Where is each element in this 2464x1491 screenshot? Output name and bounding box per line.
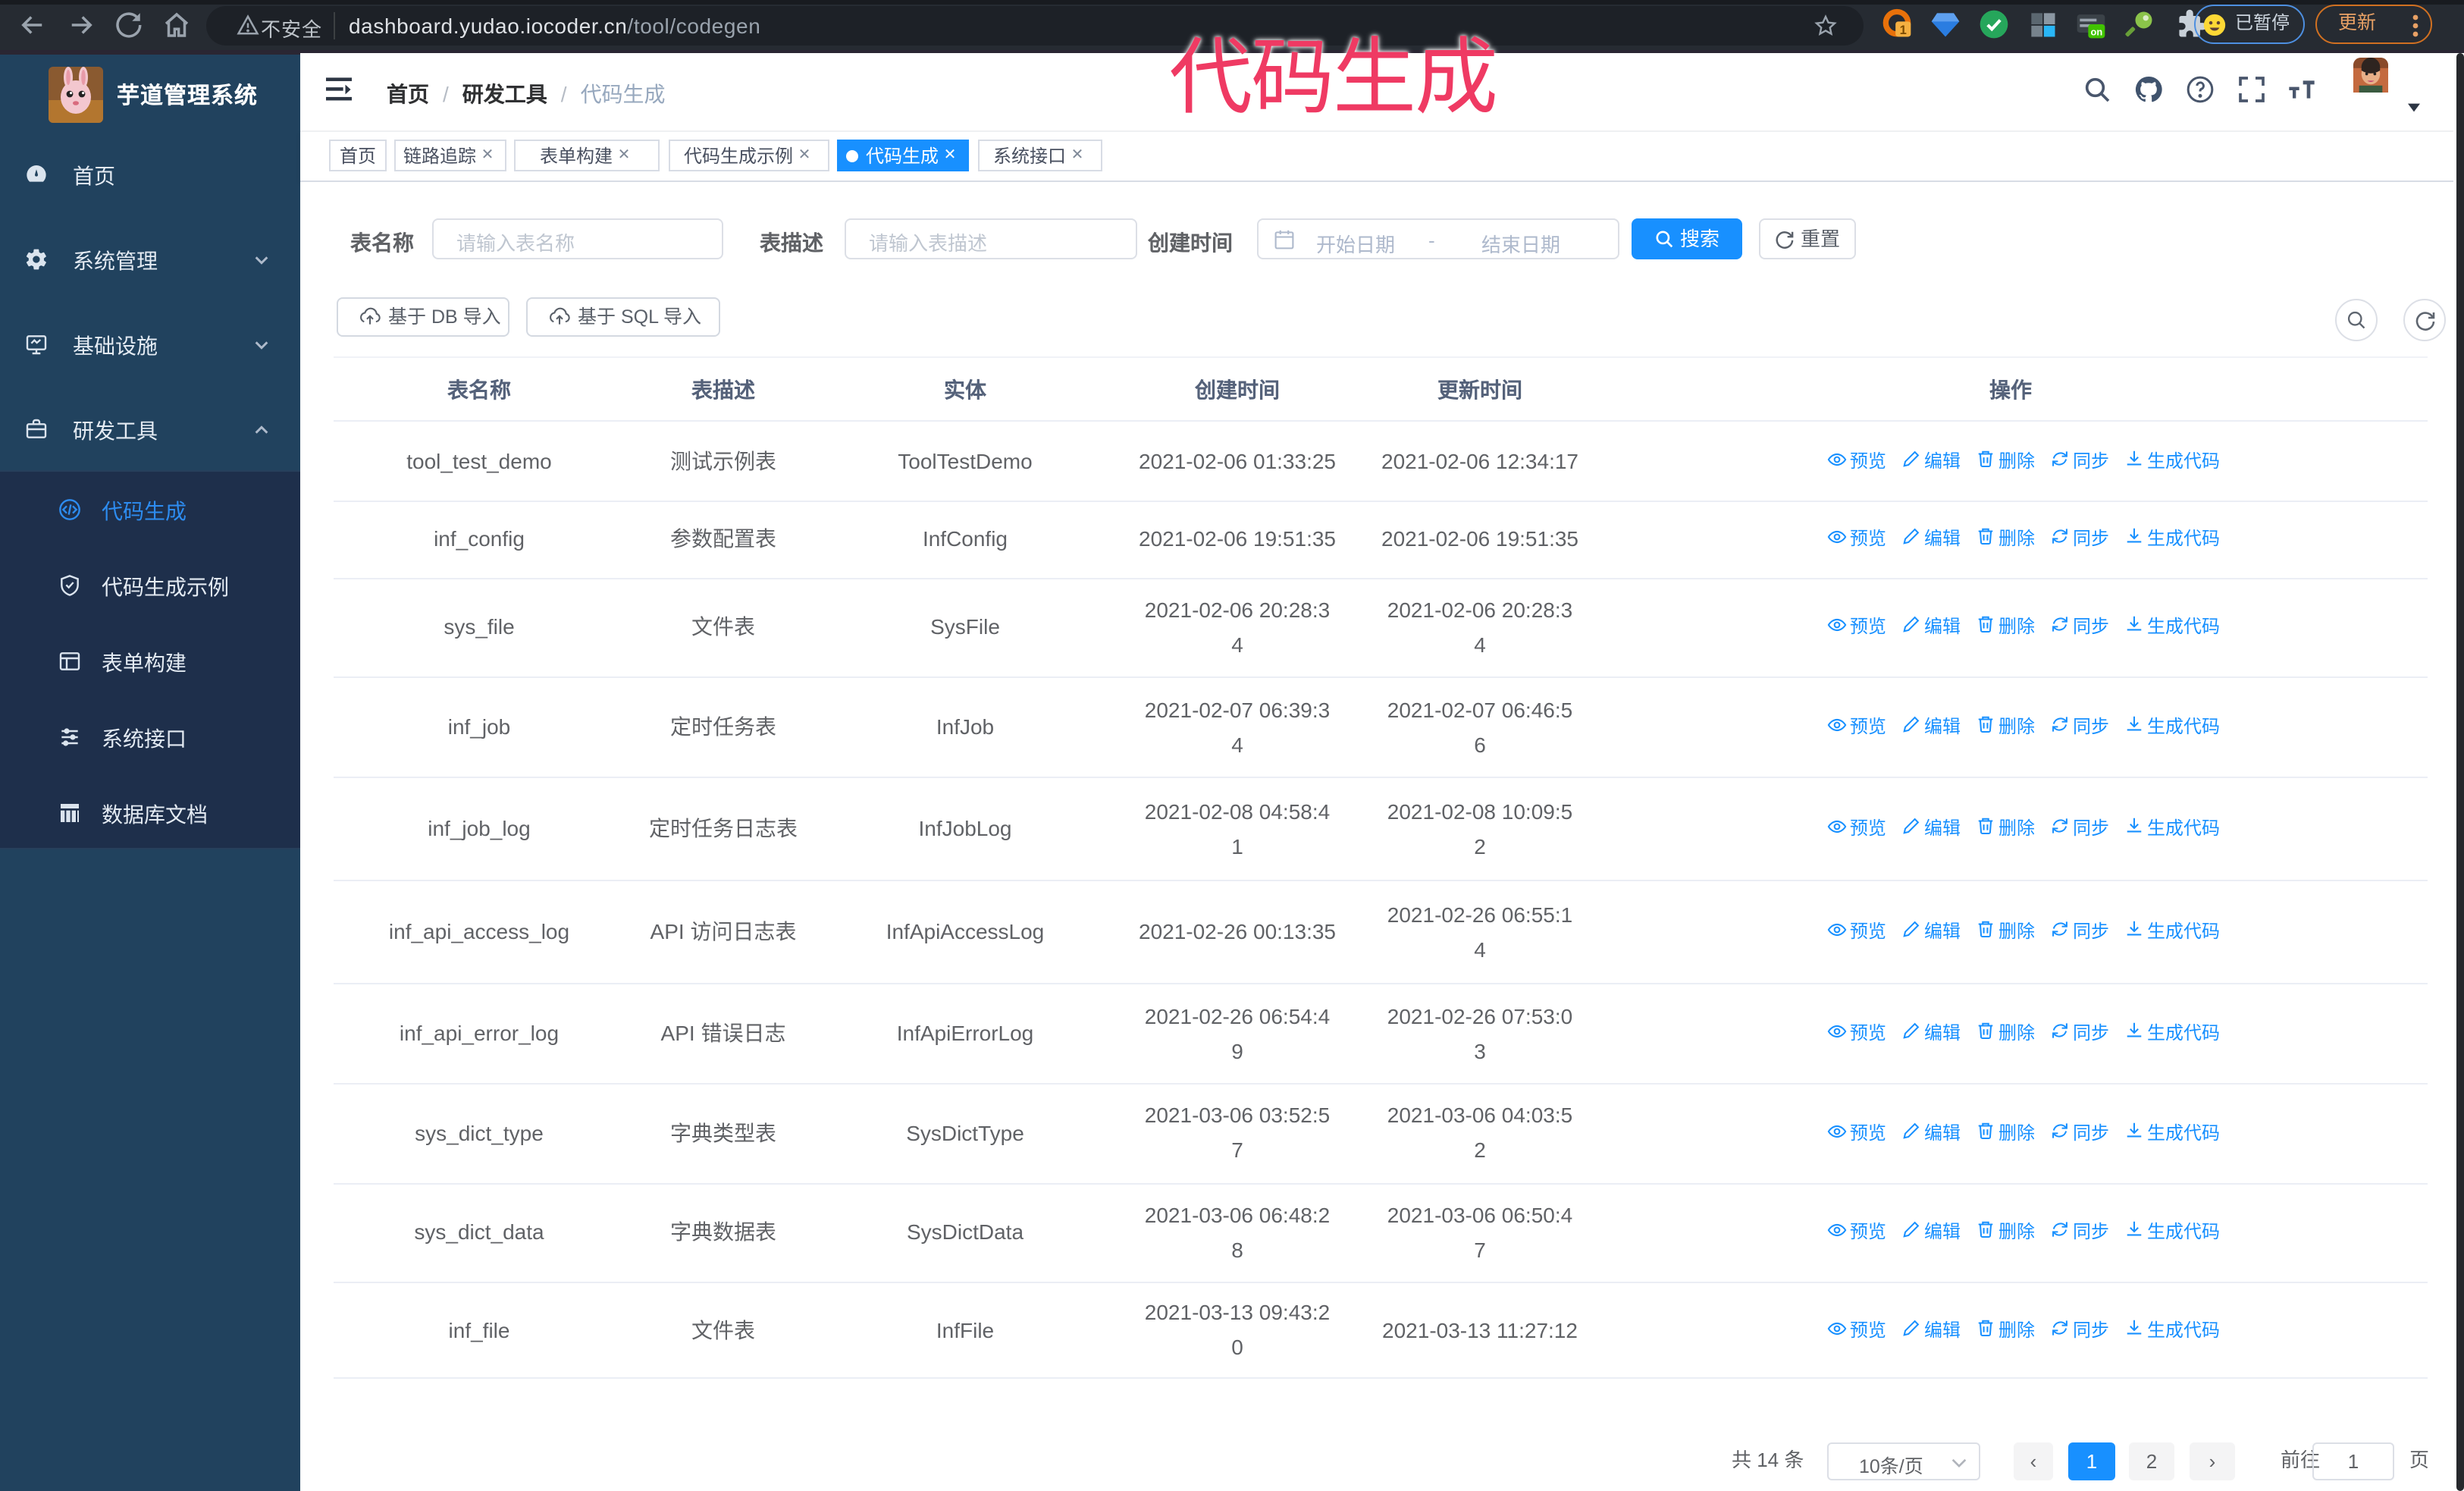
svg-text:on: on — [2090, 27, 2102, 38]
